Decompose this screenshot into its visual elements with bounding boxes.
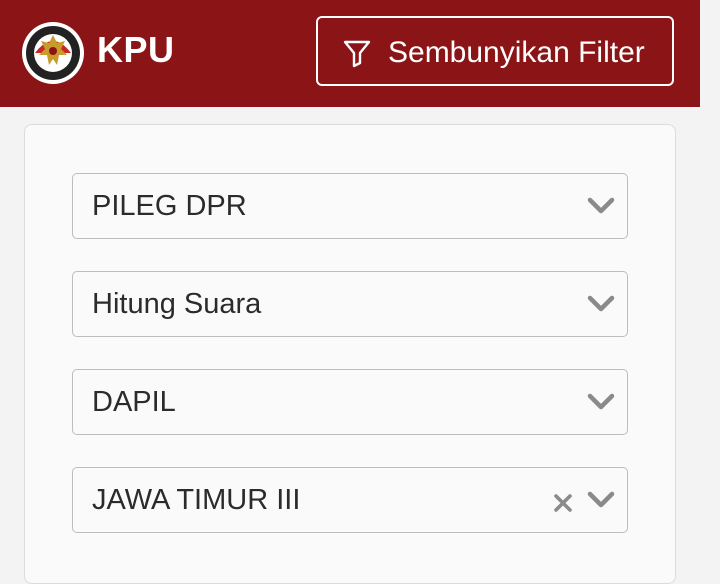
chevron-down-icon[interactable] (587, 195, 615, 217)
page-edge (700, 0, 720, 558)
electoral-district-select[interactable]: JAWA TIMUR III (72, 467, 628, 533)
brand-title: KPU (97, 29, 175, 70)
top-header: KPU Sembunyikan Filter (0, 0, 700, 107)
chevron-down-icon[interactable] (587, 489, 615, 511)
electoral-district-value: JAWA TIMUR III (92, 484, 301, 516)
election-type-value: PILEG DPR (92, 190, 247, 222)
hide-filter-button[interactable]: Sembunyikan Filter (316, 16, 674, 86)
close-icon[interactable] (553, 493, 573, 513)
chevron-down-icon[interactable] (587, 391, 615, 413)
chevron-down-icon[interactable] (587, 293, 615, 315)
count-type-value: Hitung Suara (92, 288, 262, 320)
election-type-select[interactable]: PILEG DPR (72, 173, 628, 239)
filter-icon (343, 40, 371, 68)
region-level-select[interactable]: DAPIL (72, 369, 628, 435)
kpu-logo-icon[interactable] (21, 21, 85, 85)
count-type-select[interactable]: Hitung Suara (72, 271, 628, 337)
region-level-value: DAPIL (92, 386, 176, 418)
hide-filter-label: Sembunyikan Filter (388, 36, 645, 69)
